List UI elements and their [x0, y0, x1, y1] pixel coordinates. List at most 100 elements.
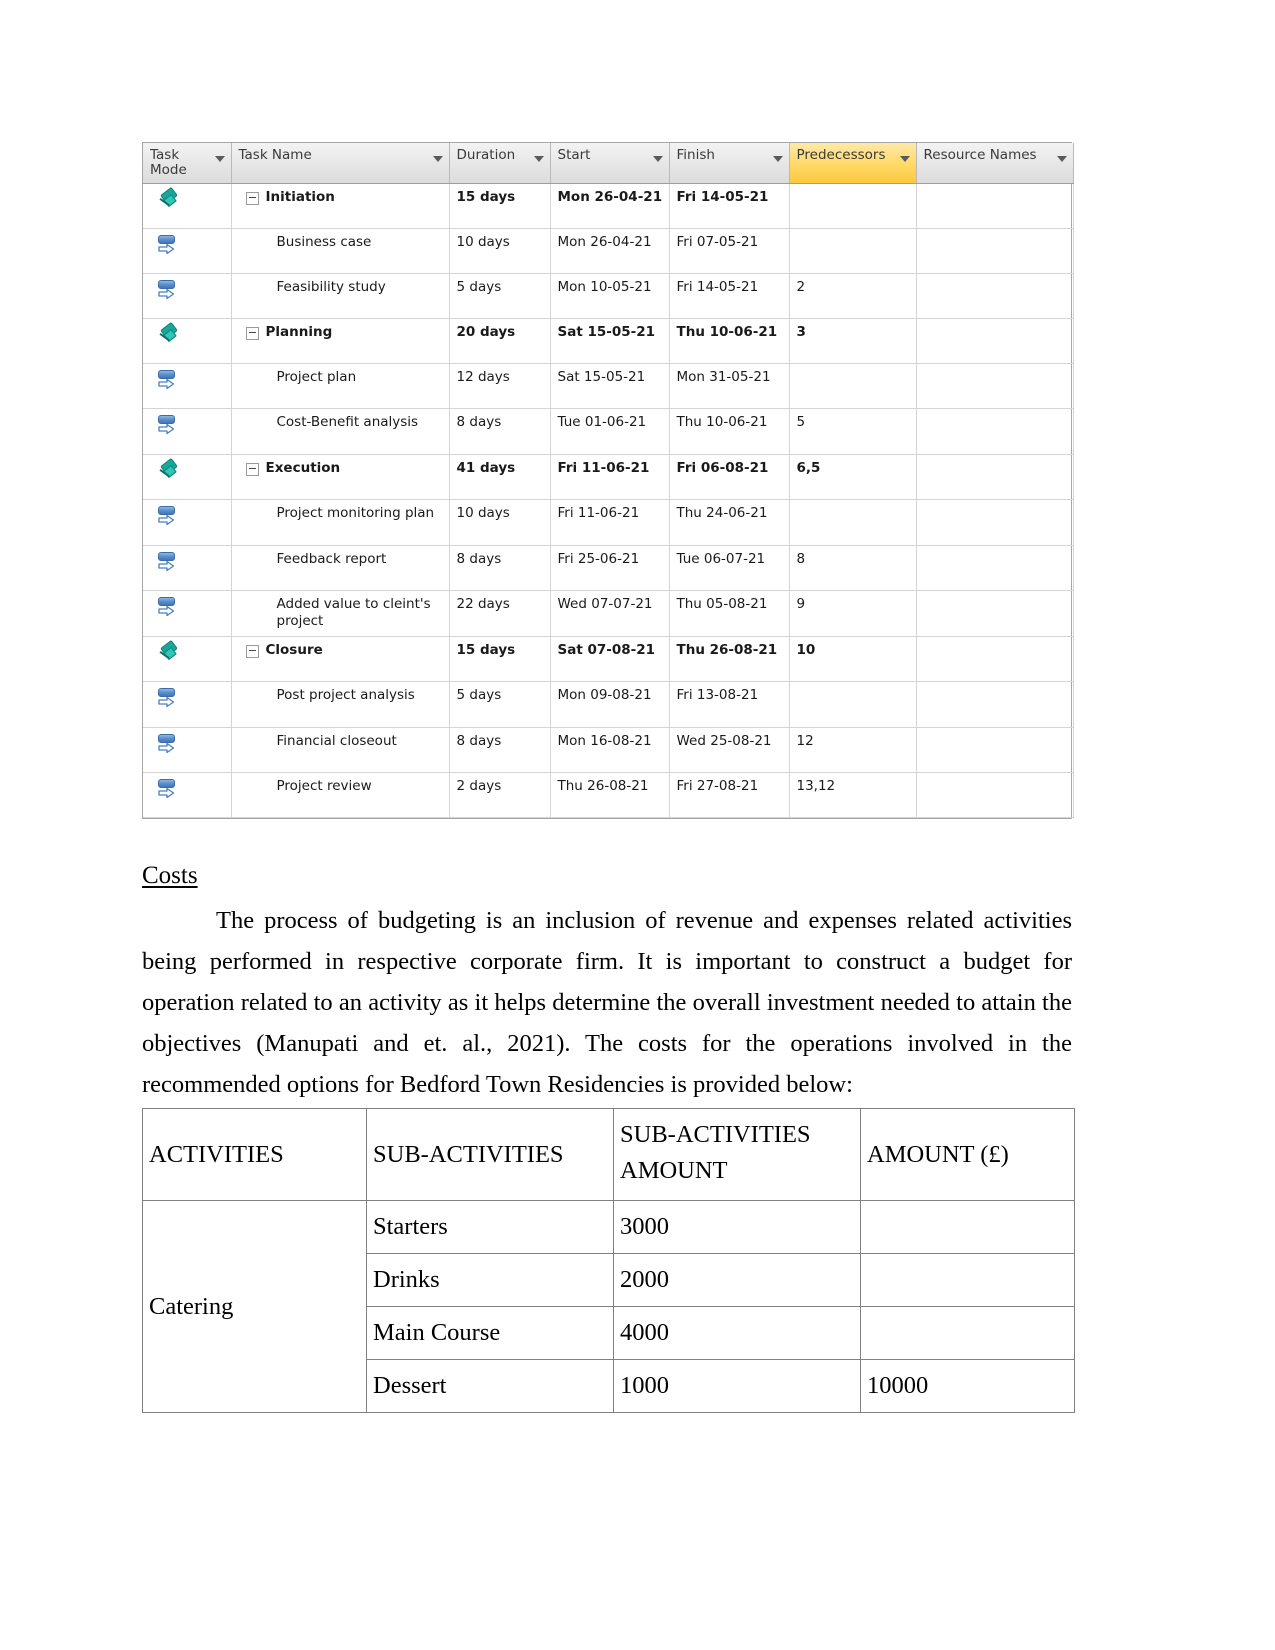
collapse-toggle-icon[interactable]: [245, 645, 259, 659]
task-name-cell[interactable]: Feedback report: [231, 545, 450, 592]
task-duration-cell[interactable]: 8 days: [449, 545, 551, 592]
task-finish-cell[interactable]: Mon 31-05-21: [669, 363, 790, 410]
column-header-duration[interactable]: Duration: [449, 143, 551, 185]
gantt-task-row[interactable]: Execution 41 days Fri 11-06-21 Fri 06-08-21…: [143, 454, 1074, 501]
task-resource-names-cell[interactable]: [916, 318, 1074, 365]
task-duration-cell[interactable]: 22 days: [449, 590, 551, 638]
task-mode-cell[interactable]: [143, 590, 232, 638]
task-predecessors-cell[interactable]: [789, 499, 917, 547]
task-predecessors-cell[interactable]: [789, 681, 917, 729]
task-duration-cell[interactable]: 41 days: [449, 454, 551, 501]
task-resource-names-cell[interactable]: [916, 273, 1074, 320]
task-name-cell[interactable]: Execution: [231, 454, 450, 501]
collapse-toggle-icon[interactable]: [245, 327, 259, 341]
task-resource-names-cell[interactable]: [916, 228, 1074, 275]
task-mode-cell[interactable]: [143, 454, 232, 501]
task-predecessors-cell[interactable]: [789, 228, 917, 275]
collapse-toggle-icon[interactable]: [245, 463, 259, 477]
task-duration-cell[interactable]: 8 days: [449, 727, 551, 774]
task-finish-cell[interactable]: Fri 14-05-21: [669, 273, 790, 320]
task-resource-names-cell[interactable]: [916, 408, 1074, 456]
task-name-cell[interactable]: Project monitoring plan: [231, 499, 450, 547]
task-mode-cell[interactable]: [143, 228, 232, 275]
task-finish-cell[interactable]: Thu 05-08-21: [669, 590, 790, 638]
task-resource-names-cell[interactable]: [916, 772, 1074, 819]
task-predecessors-cell[interactable]: [789, 183, 917, 230]
task-name-cell[interactable]: Post project analysis: [231, 681, 450, 729]
task-duration-cell[interactable]: 10 days: [449, 499, 551, 547]
task-resource-names-cell[interactable]: [916, 499, 1074, 547]
task-name-cell[interactable]: Closure: [231, 636, 450, 683]
gantt-task-row[interactable]: Project plan 12 days Sat 15-05-21 Mon 31-05…: [143, 363, 1074, 410]
column-header-task-name[interactable]: Task Name: [231, 143, 450, 185]
gantt-task-row[interactable]: Planning 20 days Sat 15-05-21 Thu 10-06-21 3: [143, 318, 1074, 365]
task-mode-cell[interactable]: [143, 408, 232, 456]
task-start-cell[interactable]: Sat 15-05-21: [550, 363, 670, 410]
task-name-cell[interactable]: Business case: [231, 228, 450, 275]
task-name-cell[interactable]: Project review: [231, 772, 450, 819]
task-resource-names-cell[interactable]: [916, 681, 1074, 729]
task-duration-cell[interactable]: 15 days: [449, 636, 551, 683]
task-name-cell[interactable]: Planning: [231, 318, 450, 365]
task-predecessors-cell[interactable]: 13,12: [789, 772, 917, 819]
task-resource-names-cell[interactable]: [916, 636, 1074, 683]
task-start-cell[interactable]: Fri 11-06-21: [550, 499, 670, 547]
task-start-cell[interactable]: Sat 15-05-21: [550, 318, 670, 365]
task-start-cell[interactable]: Tue 01-06-21: [550, 408, 670, 456]
column-header-finish[interactable]: Finish: [669, 143, 790, 185]
task-finish-cell[interactable]: Thu 24-06-21: [669, 499, 790, 547]
task-predecessors-cell[interactable]: 5: [789, 408, 917, 456]
task-mode-cell[interactable]: [143, 636, 232, 683]
task-name-cell[interactable]: Added value to cleint's project: [231, 590, 450, 638]
filter-dropdown-icon[interactable]: [533, 156, 544, 162]
collapse-toggle-icon[interactable]: [245, 192, 259, 206]
gantt-task-row[interactable]: Feasibility study 5 days Mon 10-05-21 Fri 1…: [143, 273, 1074, 320]
task-start-cell[interactable]: Wed 07-07-21: [550, 590, 670, 638]
task-mode-cell[interactable]: [143, 363, 232, 410]
task-finish-cell[interactable]: Fri 07-05-21: [669, 228, 790, 275]
gantt-task-row[interactable]: Cost-Benefit analysis 8 days Tue 01-06-21 T…: [143, 408, 1074, 456]
task-start-cell[interactable]: Sat 07-08-21: [550, 636, 670, 683]
task-resource-names-cell[interactable]: [916, 363, 1074, 410]
gantt-task-row[interactable]: Financial closeout 8 days Mon 16-08-21 Wed …: [143, 727, 1074, 774]
gantt-task-row[interactable]: Post project analysis 5 days Mon 09-08-21 F…: [143, 681, 1074, 729]
gantt-task-row[interactable]: Initiation 15 days Mon 26-04-21 Fri 14-05-2…: [143, 183, 1074, 230]
task-finish-cell[interactable]: Fri 13-08-21: [669, 681, 790, 729]
filter-dropdown-icon[interactable]: [1056, 156, 1067, 162]
gantt-task-row[interactable]: Closure 15 days Sat 07-08-21 Thu 26-08-21 10: [143, 636, 1074, 683]
task-resource-names-cell[interactable]: [916, 545, 1074, 592]
task-start-cell[interactable]: Mon 09-08-21: [550, 681, 670, 729]
task-duration-cell[interactable]: 10 days: [449, 228, 551, 275]
task-duration-cell[interactable]: 5 days: [449, 681, 551, 729]
task-mode-cell[interactable]: [143, 183, 232, 230]
filter-dropdown-icon[interactable]: [214, 156, 225, 162]
task-finish-cell[interactable]: Thu 10-06-21: [669, 318, 790, 365]
gantt-task-row[interactable]: Business case 10 days Mon 26-04-21 Fri 07-0…: [143, 228, 1074, 275]
filter-dropdown-icon[interactable]: [899, 156, 910, 162]
gantt-task-row[interactable]: Added value to cleint's project 22 days We…: [143, 590, 1074, 638]
task-mode-cell[interactable]: [143, 681, 232, 729]
task-name-cell[interactable]: Initiation: [231, 183, 450, 230]
task-mode-cell[interactable]: [143, 545, 232, 592]
task-predecessors-cell[interactable]: 2: [789, 273, 917, 320]
task-resource-names-cell[interactable]: [916, 590, 1074, 638]
task-mode-cell[interactable]: [143, 499, 232, 547]
task-duration-cell[interactable]: 8 days: [449, 408, 551, 456]
column-header-resource-names[interactable]: Resource Names: [916, 143, 1074, 185]
task-finish-cell[interactable]: Fri 27-08-21: [669, 772, 790, 819]
task-mode-cell[interactable]: [143, 727, 232, 774]
task-mode-cell[interactable]: [143, 273, 232, 320]
task-predecessors-cell[interactable]: 12: [789, 727, 917, 774]
task-finish-cell[interactable]: Fri 06-08-21: [669, 454, 790, 501]
column-header-start[interactable]: Start: [550, 143, 670, 185]
task-mode-cell[interactable]: [143, 318, 232, 365]
task-start-cell[interactable]: Mon 26-04-21: [550, 183, 670, 230]
task-predecessors-cell[interactable]: 9: [789, 590, 917, 638]
task-start-cell[interactable]: Mon 26-04-21: [550, 228, 670, 275]
task-resource-names-cell[interactable]: [916, 727, 1074, 774]
task-finish-cell[interactable]: Tue 06-07-21: [669, 545, 790, 592]
task-predecessors-cell[interactable]: 6,5: [789, 454, 917, 501]
filter-dropdown-icon[interactable]: [652, 156, 663, 162]
column-header-task-mode[interactable]: Task Mode: [143, 143, 232, 185]
task-finish-cell[interactable]: Thu 10-06-21: [669, 408, 790, 456]
